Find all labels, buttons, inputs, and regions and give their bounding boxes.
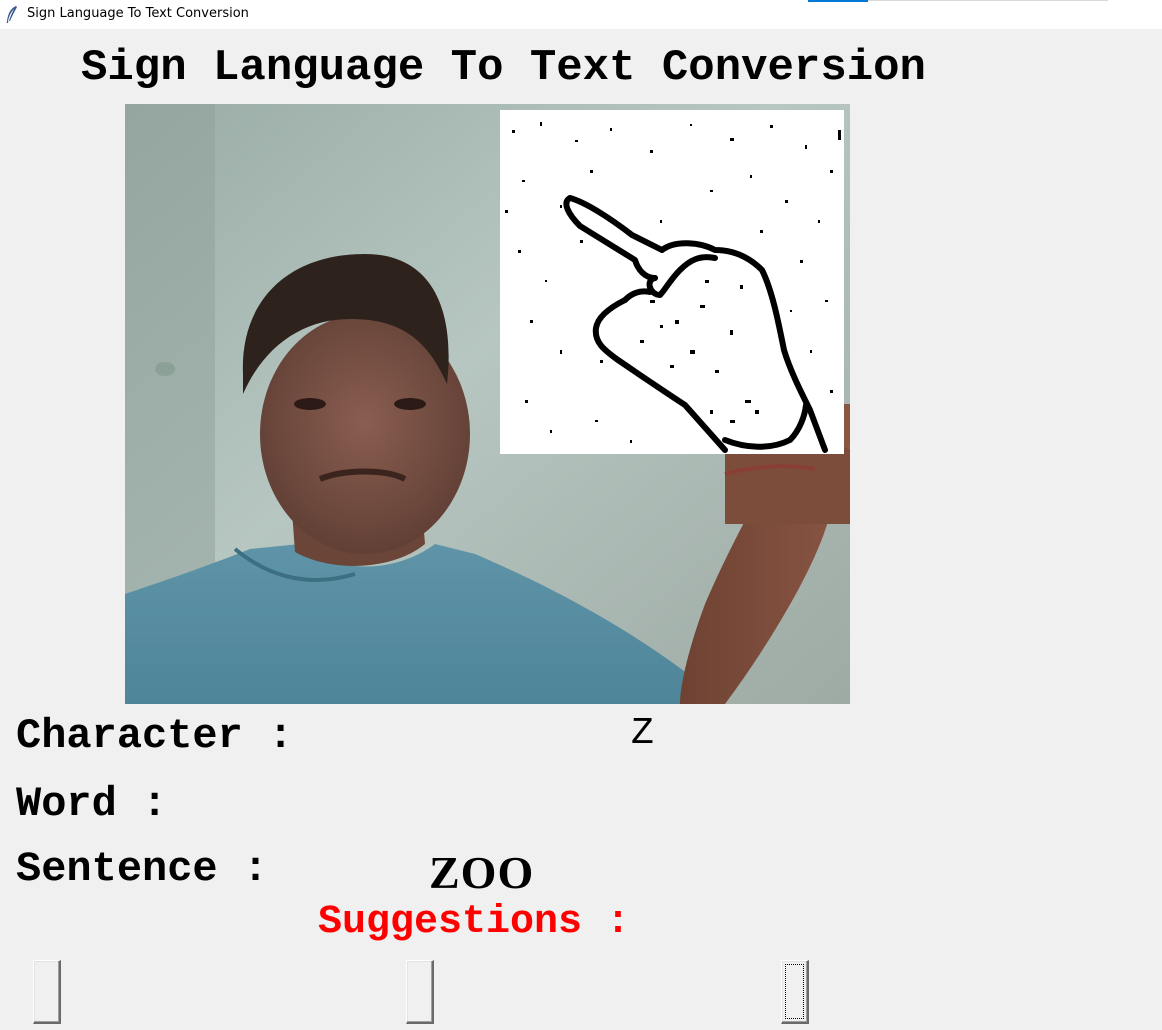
suggestion-button-1[interactable] xyxy=(33,960,61,1024)
titlebar-divider xyxy=(868,0,1108,1)
window-title: Sign Language To Text Conversion xyxy=(27,6,249,21)
titlebar-accent xyxy=(808,0,868,2)
character-label: Character : xyxy=(16,712,294,760)
suggestions-label: Suggestions : xyxy=(318,900,631,945)
page-title: Sign Language To Text Conversion xyxy=(81,43,926,93)
sentence-label: Sentence : xyxy=(16,845,269,893)
title-bar[interactable]: Sign Language To Text Conversion xyxy=(0,0,1162,29)
word-label: Word : xyxy=(16,780,168,828)
feather-icon xyxy=(6,6,17,23)
sentence-value: ZOO xyxy=(429,847,535,898)
character-value: Z xyxy=(631,712,654,755)
processed-hand-image xyxy=(500,110,844,454)
app-window: Sign Language To Text Conversion Sign La… xyxy=(0,0,1162,1030)
suggestion-button-2[interactable] xyxy=(406,960,434,1024)
suggestion-button-3[interactable] xyxy=(781,960,809,1024)
